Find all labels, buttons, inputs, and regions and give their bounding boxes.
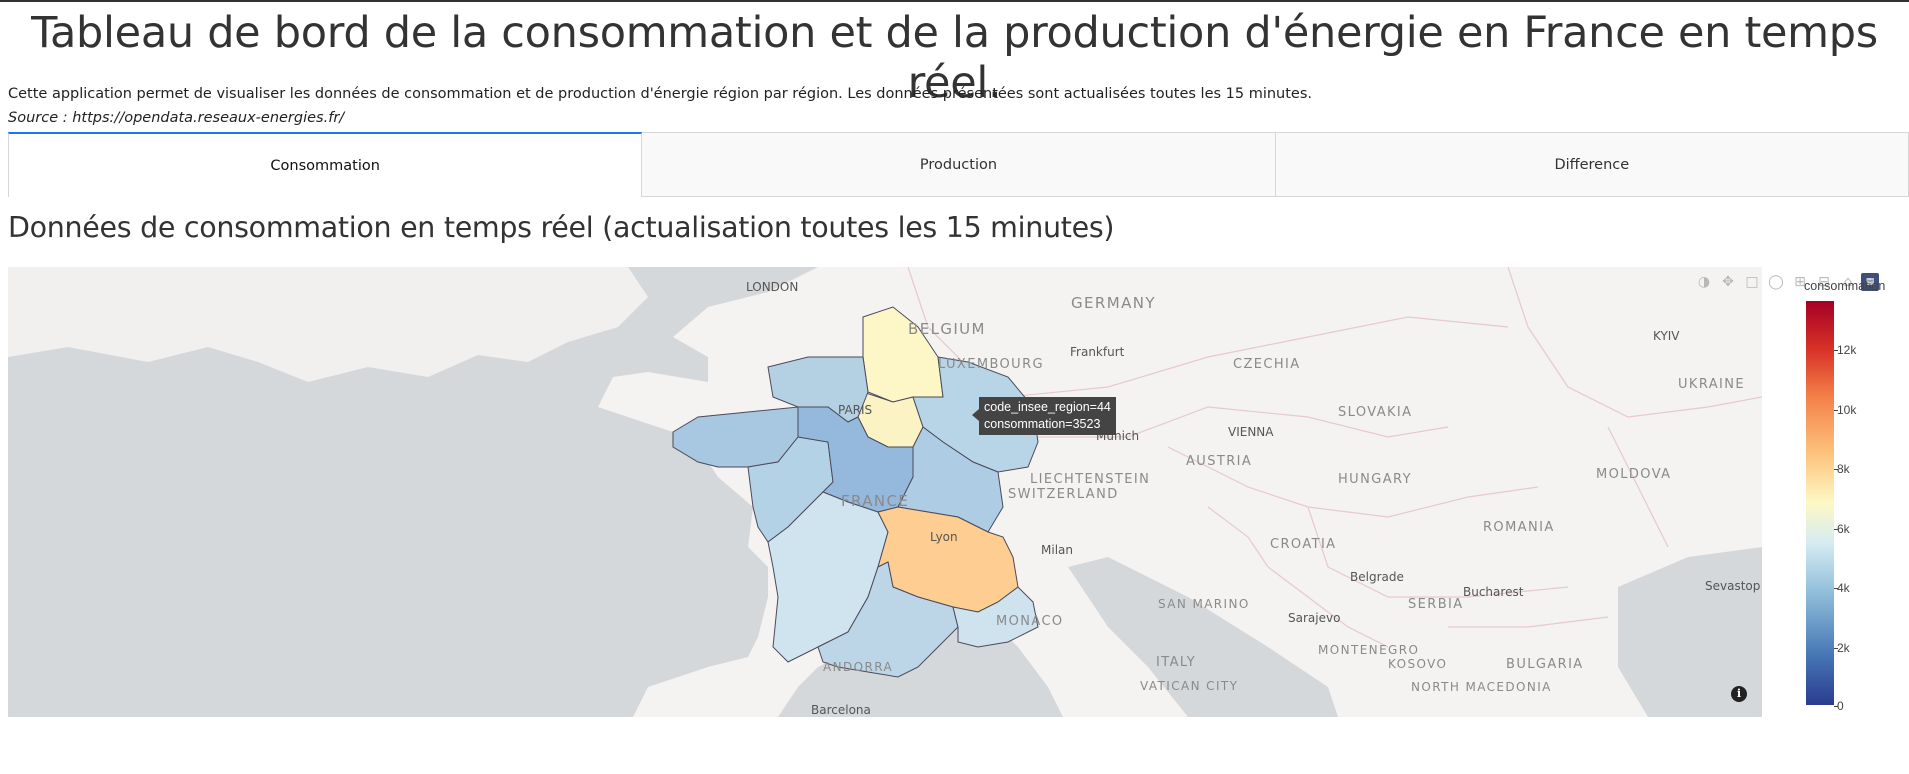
box-select-icon[interactable]: □	[1741, 271, 1763, 293]
tab-difference[interactable]: Difference	[1275, 132, 1909, 197]
tooltip-line-2: consommation=3523	[984, 417, 1101, 431]
choropleth-plot: LONDON GERMANY BELGIUM LUXEMBOURG Frankf…	[8, 267, 1909, 717]
label-vienna: VIENNA	[1228, 425, 1274, 439]
label-andorra: ANDORRA	[823, 660, 894, 674]
label-kosovo: KOSOVO	[1388, 657, 1448, 671]
label-hungary: HUNGARY	[1338, 472, 1412, 487]
label-bucharest: Bucharest	[1463, 585, 1524, 599]
colorbar-tick-8k: 8k	[1834, 462, 1850, 476]
colorbar-tick-2k: 2k	[1834, 641, 1850, 655]
label-serbia: SERBIA	[1408, 597, 1464, 612]
label-liechtenstein: LIECHTENSTEIN	[1030, 472, 1151, 487]
colorbar-gradient	[1806, 301, 1834, 705]
label-sarajevo: Sarajevo	[1288, 611, 1341, 625]
colorbar-tick-0: 0	[1834, 699, 1844, 713]
label-sevastop: Sevastop	[1705, 579, 1761, 593]
label-san-marino: SAN MARINO	[1158, 597, 1250, 611]
tab-production[interactable]: Production	[642, 132, 1276, 197]
label-milan: Milan	[1041, 543, 1073, 557]
label-austria: AUSTRIA	[1186, 454, 1253, 469]
hover-tooltip: code_insee_region=44 consommation=3523	[972, 397, 1116, 435]
colorbar-title: consommation	[1804, 279, 1886, 293]
colorbar-tick-12k: 12k	[1833, 343, 1857, 357]
top-border	[0, 0, 1909, 2]
label-italy: ITALY	[1156, 655, 1197, 670]
page-description: Cette application permet de visualiser l…	[8, 86, 1313, 102]
label-slovakia: SLOVAKIA	[1338, 405, 1413, 420]
label-monaco: MONACO	[996, 614, 1064, 629]
camera-icon[interactable]: ◑	[1693, 271, 1715, 293]
tooltip-line-1: code_insee_region=44	[984, 400, 1111, 414]
label-croatia: CROATIA	[1270, 537, 1337, 552]
label-switzerland: SWITZERLAND	[1008, 487, 1119, 502]
colorbar-tick-6k: 6k	[1834, 522, 1850, 536]
lasso-icon[interactable]: ◯	[1765, 271, 1787, 293]
colorbar-tick-10k: 10k	[1833, 403, 1857, 417]
label-barcelona: Barcelona	[811, 703, 871, 717]
label-luxembourg: LUXEMBOURG	[938, 357, 1044, 372]
label-north-macedonia: NORTH MACEDONIA	[1411, 680, 1552, 694]
tab-bar: Consommation Production Difference	[8, 132, 1909, 197]
label-vatican-city: VATICAN CITY	[1140, 679, 1239, 693]
label-romania: ROMANIA	[1483, 520, 1555, 535]
label-moldova: MOLDOVA	[1596, 467, 1672, 482]
label-france: FRANCE	[841, 492, 910, 510]
pan-icon[interactable]: ✥	[1717, 271, 1739, 293]
tab-consommation[interactable]: Consommation	[8, 132, 643, 197]
label-montenegro: MONTENEGRO	[1318, 643, 1420, 657]
label-belgium: BELGIUM	[908, 320, 986, 338]
label-bulgaria: BULGARIA	[1506, 657, 1584, 672]
map-area[interactable]: LONDON GERMANY BELGIUM LUXEMBOURG Frankf…	[8, 267, 1762, 717]
label-kyiv: KYIV	[1653, 329, 1680, 343]
label-london: LONDON	[746, 280, 799, 294]
section-title: Données de consommation en temps réel (a…	[8, 211, 1115, 244]
source-link[interactable]: Source : https://opendata.reseaux-energi…	[8, 110, 344, 126]
label-germany: GERMANY	[1071, 294, 1156, 312]
label-lyon: Lyon	[930, 530, 958, 544]
label-belgrade: Belgrade	[1350, 570, 1404, 584]
info-icon[interactable]: i	[1731, 686, 1747, 702]
label-czechia: CZECHIA	[1233, 357, 1301, 372]
label-frankfurt: Frankfurt	[1070, 345, 1125, 359]
label-ukraine: UKRAINE	[1678, 377, 1746, 392]
label-paris: PARIS	[838, 403, 873, 417]
colorbar-tick-4k: 4k	[1834, 581, 1850, 595]
